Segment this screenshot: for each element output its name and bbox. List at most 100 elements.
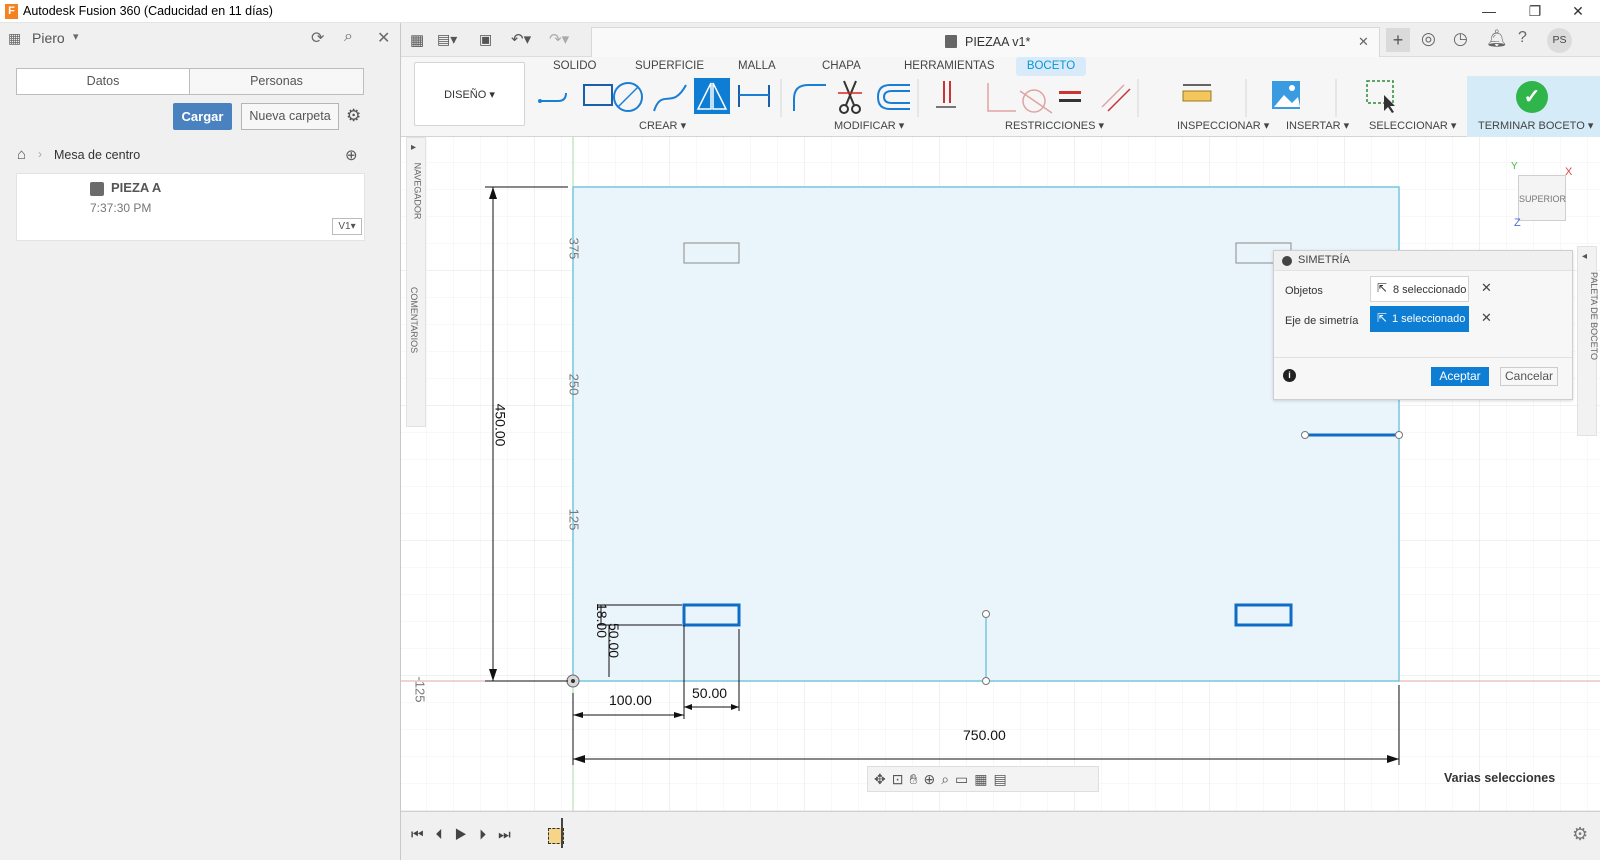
minimize-button[interactable]: — <box>1466 0 1512 23</box>
rectangle-tool-icon[interactable] <box>583 84 613 106</box>
view-cube[interactable]: SUPERIOR X Y Z <box>1511 161 1573 229</box>
dimension-offset-x[interactable]: 100.00 <box>609 692 652 708</box>
dimension-offset-y[interactable]: 50.00 <box>606 623 622 658</box>
info-icon[interactable]: i <box>1283 369 1296 382</box>
tab-boceto[interactable]: BOCETO <box>1016 57 1086 76</box>
parallel-constraint-icon[interactable] <box>1101 84 1131 112</box>
go-to-start-icon[interactable]: ⏮ <box>411 826 436 842</box>
undo-icon[interactable]: ↶▾ <box>511 30 531 48</box>
tab-herramientas[interactable]: HERRAMIENTAS <box>904 60 995 72</box>
document-tab[interactable]: PIEZAA v1* ✕ <box>591 27 1380 57</box>
navigator-expand-icon[interactable]: ▸ <box>411 142 416 153</box>
close-panel-icon[interactable]: ✕ <box>377 28 390 48</box>
job-status-icon[interactable]: ◷ <box>1453 29 1468 49</box>
workspace-switcher[interactable]: DISEÑO ▾ <box>414 62 525 126</box>
group-terminar-boceto[interactable]: TERMINAR BOCETO ▾ <box>1478 119 1593 132</box>
ok-button[interactable]: Aceptar <box>1431 367 1489 386</box>
timeline-marker[interactable] <box>561 818 563 848</box>
user-avatar[interactable]: PS <box>1547 28 1572 53</box>
orbit-icon[interactable]: ✥ <box>874 771 892 787</box>
fit-icon[interactable]: ⌕ <box>941 771 955 787</box>
viewports-icon[interactable]: ▤ <box>994 771 1013 787</box>
user-name[interactable]: Piero <box>32 30 65 46</box>
new-folder-button[interactable]: Nueva carpeta <box>241 103 339 130</box>
line-point-left[interactable] <box>1301 431 1309 439</box>
step-back-icon[interactable]: ⏴ <box>436 826 455 842</box>
tangent-constraint-icon[interactable] <box>1019 89 1053 114</box>
viewcube-face[interactable]: SUPERIOR <box>1518 175 1566 221</box>
palette-collapse-icon[interactable]: ◂ <box>1582 251 1587 262</box>
group-seleccionar[interactable]: SELECCIONAR ▾ <box>1369 119 1456 132</box>
new-tab-icon[interactable]: + <box>1386 28 1410 52</box>
fillet-tool-icon[interactable] <box>793 84 826 111</box>
redo-icon[interactable]: ↷▾ <box>549 30 569 48</box>
home-icon[interactable]: ⌂ <box>17 146 26 163</box>
spline-tool-icon[interactable] <box>653 84 687 112</box>
mirror-tool-icon[interactable] <box>694 78 730 114</box>
clear-objects-icon[interactable]: ✕ <box>1481 280 1492 296</box>
group-inspeccionar[interactable]: INSPECCIONAR ▾ <box>1177 119 1269 132</box>
close-window-button[interactable]: ✕ <box>1556 0 1600 23</box>
group-insertar[interactable]: INSERTAR ▾ <box>1286 119 1349 132</box>
mirror-axis-point-top[interactable] <box>982 610 990 618</box>
search-icon[interactable]: ⌕ <box>344 28 353 46</box>
upload-button[interactable]: Cargar <box>173 103 232 130</box>
gear-icon[interactable]: ⚙ <box>346 106 361 126</box>
step-forward-icon[interactable]: ⏵ <box>479 826 498 842</box>
perpendicular-constraint-icon[interactable] <box>987 83 1016 112</box>
go-to-end-icon[interactable]: ⏭ <box>498 826 523 842</box>
refresh-icon[interactable]: ⟳ <box>311 28 324 48</box>
circle-tool-icon[interactable] <box>613 82 643 112</box>
sketch-canvas[interactable]: 375 250 125 -125 450.00 750.00 100.00 50… <box>401 137 1600 811</box>
timeline-settings-icon[interactable]: ⚙ <box>1572 824 1588 845</box>
insert-image-icon[interactable] <box>1272 81 1300 109</box>
dimension-rect-width[interactable]: 50.00 <box>692 685 727 701</box>
collapse-icon[interactable] <box>1282 256 1292 266</box>
navigator-strip[interactable]: ▸ NAVEGADOR COMENTARIOS <box>406 137 426 427</box>
sketch-palette-strip[interactable]: ◂ PALETA DE BOCETO <box>1577 246 1599 436</box>
finish-sketch-check-icon[interactable]: ✓ <box>1516 81 1548 113</box>
play-icon[interactable]: ▶ <box>455 826 480 842</box>
extensions-icon[interactable]: ◎ <box>1421 29 1436 49</box>
notifications-icon[interactable]: 🔔︎ <box>1486 29 1508 49</box>
dimension-tool-icon[interactable] <box>738 85 770 107</box>
apps-grid-icon[interactable]: ▦ <box>8 30 21 47</box>
look-at-icon[interactable]: ⊡ <box>892 771 910 787</box>
group-restricciones[interactable]: RESTRICCIONES ▾ <box>1005 119 1104 132</box>
mirror-axis-point-bottom[interactable] <box>982 677 990 685</box>
offset-tool-icon[interactable] <box>876 84 910 110</box>
tab-malla[interactable]: MALLA <box>738 60 776 72</box>
tab-personas[interactable]: Personas <box>189 68 364 95</box>
globe-icon[interactable]: ⊕ <box>345 146 358 164</box>
dimension-width[interactable]: 750.00 <box>963 727 1006 743</box>
chevron-down-icon[interactable]: ▾ <box>73 30 79 43</box>
tab-datos[interactable]: Datos <box>16 68 190 95</box>
line-point-right[interactable] <box>1395 431 1403 439</box>
version-dropdown[interactable]: V1▾ <box>332 218 362 235</box>
file-menu-icon[interactable]: ▤▾ <box>437 31 457 48</box>
grid-menu-icon[interactable]: ▦ <box>410 31 424 49</box>
group-crear[interactable]: CREAR ▾ <box>639 119 686 132</box>
file-card[interactable]: PIEZA A 7:37:30 PM V1▾ <box>16 173 365 241</box>
dimension-height[interactable]: 450.00 <box>492 404 508 447</box>
maximize-button[interactable]: ❐ <box>1512 0 1558 23</box>
measure-tool-icon[interactable] <box>1182 84 1212 102</box>
zoom-icon[interactable]: ⊕ <box>923 771 941 787</box>
display-settings-icon[interactable]: ▭ <box>955 771 974 787</box>
tab-superficie[interactable]: SUPERFICIE <box>635 60 704 72</box>
line-tool-icon[interactable] <box>538 92 567 103</box>
save-icon[interactable]: ▣ <box>479 31 492 48</box>
pan-icon[interactable]: ✋︎ <box>909 771 923 787</box>
cancel-button[interactable]: Cancelar <box>1500 367 1558 386</box>
group-modificar[interactable]: MODIFICAR ▾ <box>834 119 904 132</box>
grid-settings-icon[interactable]: ▦ <box>974 771 993 787</box>
clear-axis-icon[interactable]: ✕ <box>1481 310 1492 326</box>
equal-constraint-icon[interactable] <box>1059 91 1081 102</box>
trim-tool-icon[interactable] <box>838 80 862 114</box>
help-icon[interactable]: ? <box>1518 29 1527 47</box>
tab-chapa[interactable]: CHAPA <box>822 60 861 72</box>
breadcrumb[interactable]: Mesa de centro <box>54 148 140 162</box>
fix-constraint-icon[interactable] <box>936 81 956 108</box>
tab-solido[interactable]: SOLIDO <box>553 60 596 72</box>
close-tab-icon[interactable]: ✕ <box>1358 34 1369 50</box>
